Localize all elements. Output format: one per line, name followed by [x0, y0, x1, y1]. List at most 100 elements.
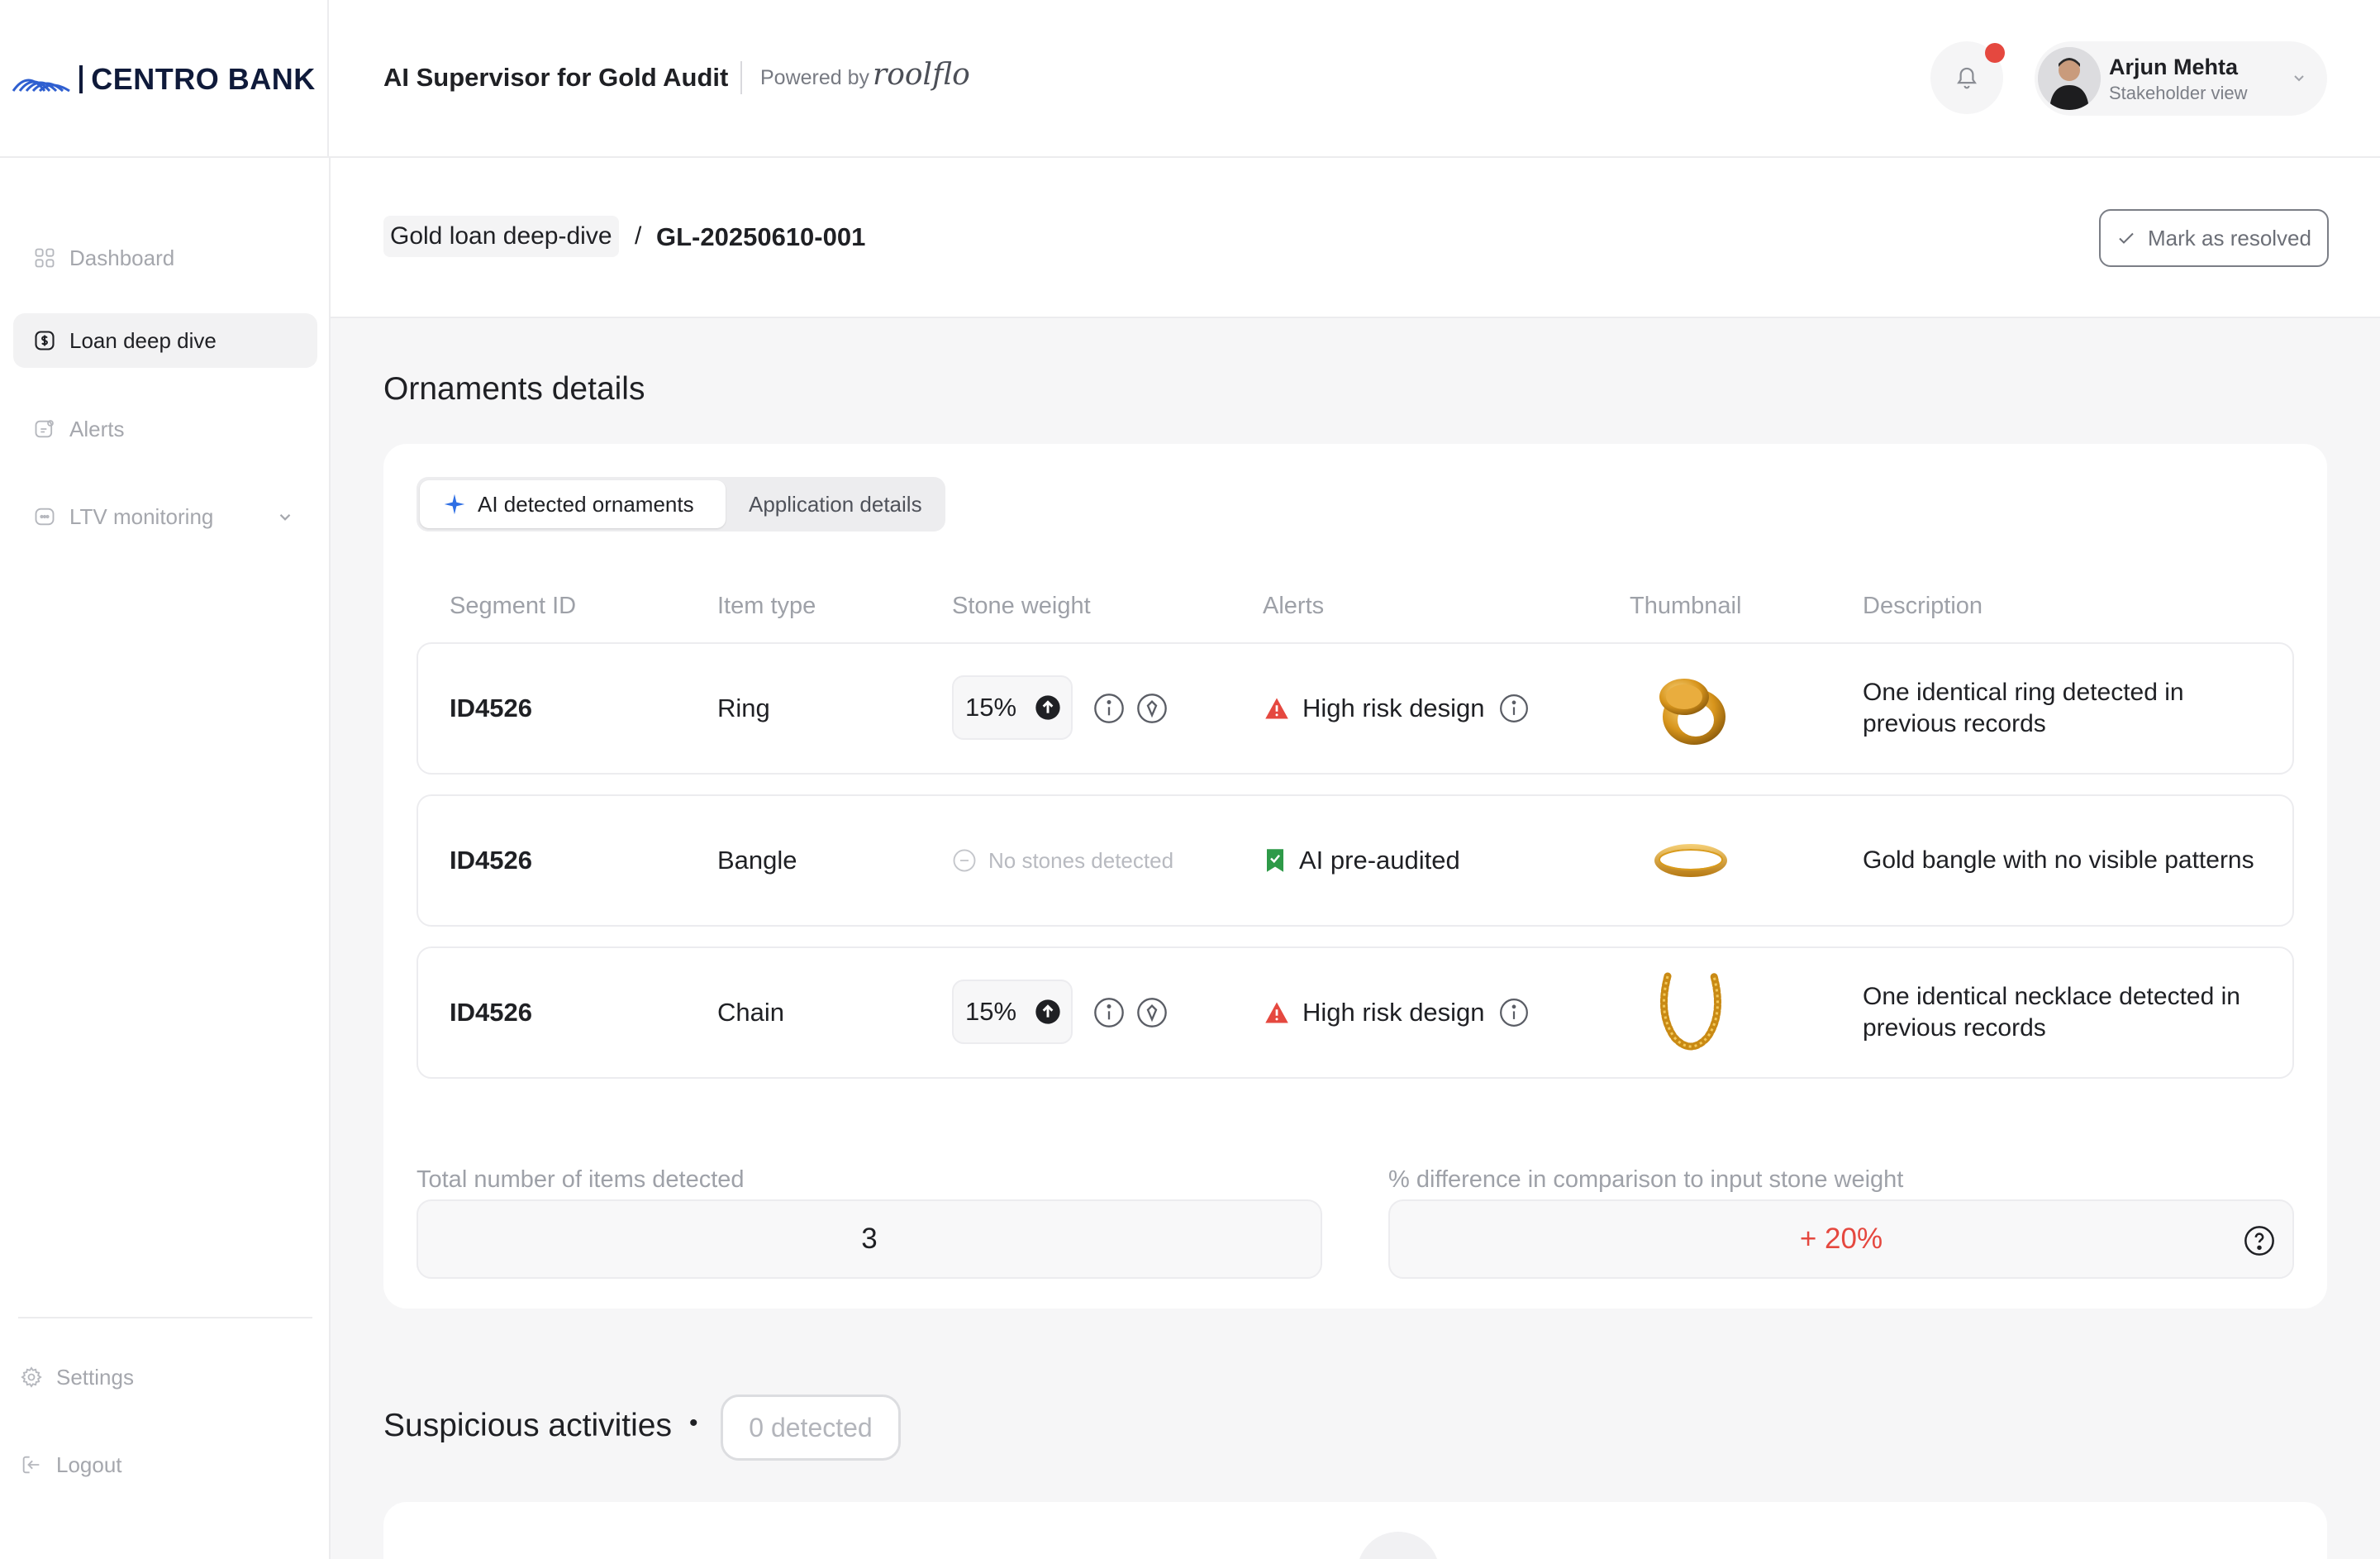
segment-id: ID4526 [450, 846, 532, 875]
bangle-thumbnail[interactable] [1643, 813, 1739, 908]
suspicious-title: Suspicious activities [383, 1408, 672, 1443]
chain-thumbnail[interactable] [1643, 965, 1739, 1061]
gauge-icon [35, 508, 55, 526]
alert-high-risk: High risk design [1264, 644, 1530, 773]
column-header-thumbnail: Thumbnail [1630, 593, 1742, 619]
segment-id: ID4526 [450, 694, 532, 722]
sidebar-item-label: Dashboard [69, 245, 175, 270]
sidebar-item-label: Settings [56, 1364, 134, 1390]
total-items-value: 3 [861, 1223, 878, 1255]
total-items-box: 3 [416, 1199, 1322, 1279]
item-description: One identical ring detected in previous … [1863, 679, 2184, 737]
segment-id: ID4526 [450, 998, 532, 1027]
stone-weight-pill: 15% [952, 980, 1073, 1044]
tab-application-details[interactable]: Application details [735, 480, 942, 528]
table-row[interactable]: ID4526 Chain 15% High risk design One id… [416, 946, 2294, 1079]
table-row[interactable]: ID4526 Bangle No stones detected AI pre-… [416, 794, 2294, 927]
dollar-icon [35, 331, 55, 350]
brand-logo-icon [12, 79, 71, 92]
sidebar-item-label: Logout [56, 1452, 122, 1477]
alert-pre-audited: AI pre-audited [1264, 796, 1460, 925]
no-stones-indicator: No stones detected [952, 796, 1173, 925]
gear-icon [21, 1366, 42, 1388]
breadcrumb-current: GL-20250610-001 [656, 222, 866, 251]
powered-by-logo: roolflo [873, 58, 970, 92]
item-description: Gold bangle with no visible patterns [1863, 846, 2254, 874]
sidebar-item-logout[interactable]: Logout [0, 1437, 304, 1492]
ring-thumbnail[interactable] [1643, 660, 1739, 756]
tab-label: Application details [749, 491, 922, 517]
sidebar-item-label: Alerts [69, 416, 125, 441]
sidebar-item-settings[interactable]: Settings [0, 1350, 304, 1404]
info-icon[interactable] [1092, 692, 1126, 725]
detected-count-badge: 0 detected [721, 1395, 901, 1461]
item-description: One identical necklace detected in previ… [1863, 983, 2240, 1042]
help-icon[interactable] [2243, 1224, 2276, 1257]
tab-label: AI detected ornaments [478, 491, 694, 517]
empty-state-illustration [1357, 1532, 1440, 1559]
stone-weight-value: 15% [965, 997, 1017, 1026]
main-content: Gold loan deep-dive / GL-20250610-001 Ma… [331, 158, 2380, 1559]
brand-name: CENTRO BANK [91, 61, 316, 96]
alert-high-risk: High risk design [1264, 948, 1530, 1077]
breadcrumb-parent-link[interactable]: Gold loan deep-dive [383, 216, 619, 257]
chevron-down-icon[interactable] [276, 508, 294, 526]
stone-diff-box: + 20% [1388, 1199, 2294, 1279]
ornament-tabs: AI detected ornaments Application detail… [416, 477, 945, 532]
mark-resolved-button[interactable]: Mark as resolved [2099, 209, 2329, 267]
user-name: Arjun Mehta [2109, 55, 2239, 79]
stone-diff-value: + 20% [1799, 1223, 1883, 1255]
brand-divider [79, 64, 83, 93]
sidebar-item-loan-deep-dive[interactable]: Loan deep dive [13, 313, 317, 368]
tab-ai-detected-ornaments[interactable]: AI detected ornaments [420, 480, 726, 528]
item-type: Chain [717, 998, 784, 1027]
powered-by-label: Powered by [760, 66, 870, 89]
info-icon[interactable] [1498, 997, 1530, 1028]
column-header-description: Description [1863, 593, 1983, 619]
stone-weight-value: 15% [965, 693, 1017, 722]
bell-dot-icon [35, 420, 54, 438]
avatar [2038, 47, 2101, 110]
arrow-up-icon [1035, 695, 1060, 720]
stone-weight-pill: 15% [952, 675, 1073, 740]
breadcrumb-separator: / [635, 222, 642, 250]
arrow-up-icon [1035, 999, 1060, 1024]
info-icon[interactable] [1092, 996, 1126, 1029]
total-items-label: Total number of items detected [416, 1166, 745, 1193]
logout-icon [22, 1456, 40, 1474]
sidebar-item-label: LTV monitoring [69, 503, 214, 529]
brand[interactable]: CENTRO BANK [0, 0, 329, 158]
breadcrumb: Gold loan deep-dive / GL-20250610-001 Ma… [331, 158, 2380, 318]
sidebar: Dashboard Loan deep dive Alerts LTV moni… [0, 158, 331, 1559]
gem-icon[interactable] [1135, 996, 1169, 1029]
warning-icon [1265, 698, 1288, 719]
alert-label: AI pre-audited [1299, 846, 1460, 875]
grid-icon [35, 248, 55, 268]
stone-diff-label: % difference in comparison to input ston… [1388, 1166, 1904, 1193]
no-stones-label: No stones detected [988, 847, 1174, 873]
gem-icon[interactable] [1135, 692, 1169, 725]
bell-icon [1957, 67, 1977, 89]
verified-bookmark-icon [1267, 849, 1283, 872]
user-menu[interactable]: Arjun Mehta Stakeholder view [2035, 41, 2327, 116]
minus-circle-icon [953, 849, 976, 872]
suspicious-card [383, 1502, 2327, 1559]
check-icon [2119, 232, 2134, 244]
warning-icon [1265, 1002, 1288, 1023]
item-type: Ring [717, 694, 770, 722]
sidebar-item-label: Loan deep dive [69, 327, 217, 353]
sidebar-item-alerts[interactable]: Alerts [13, 402, 317, 456]
user-role: Stakeholder view [2109, 83, 2248, 103]
info-icon[interactable] [1498, 693, 1530, 724]
mark-resolved-label: Mark as resolved [2148, 225, 2311, 250]
detected-count-label: 0 detected [749, 1412, 873, 1442]
top-header: CENTRO BANK AI Supervisor for Gold Audit… [0, 0, 2380, 158]
column-header-stone-weight: Stone weight [952, 593, 1091, 619]
ornaments-card: AI detected ornaments Application detail… [383, 444, 2327, 1309]
sidebar-item-dashboard[interactable]: Dashboard [13, 231, 317, 285]
alert-label: High risk design [1302, 998, 1485, 1027]
sidebar-item-ltv-monitoring[interactable]: LTV monitoring [13, 489, 317, 544]
chevron-down-icon [2294, 75, 2304, 82]
column-header-alerts: Alerts [1263, 593, 1325, 619]
table-row[interactable]: ID4526 Ring 15% High risk design One ide… [416, 642, 2294, 775]
